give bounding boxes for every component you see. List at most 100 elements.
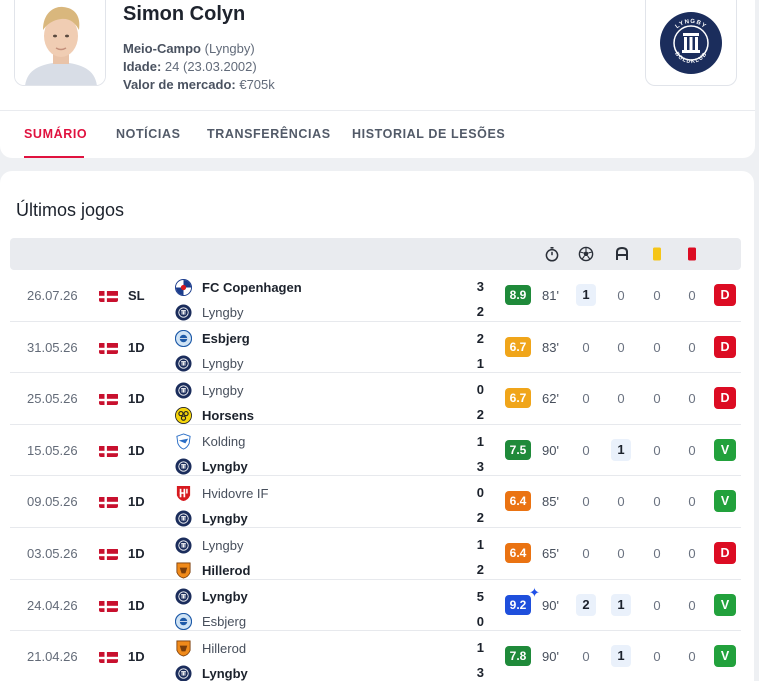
home-score: 5 [476, 588, 484, 604]
denmark-flag-icon [99, 290, 118, 302]
away-score: 3 [476, 665, 484, 681]
red-cards-stat: 0 [688, 649, 696, 665]
away-team[interactable]: Lyngby [175, 354, 243, 374]
home-team[interactable]: Kolding [175, 432, 245, 452]
denmark-flag-icon [99, 496, 118, 509]
minutes-played: 90' [542, 442, 559, 458]
away-team[interactable]: Lyngby [175, 663, 248, 681]
tab-injury-history[interactable]: HISTORIAL DE LESÕES [352, 127, 505, 141]
yellow-cards-stat: 0 [653, 649, 661, 665]
match-date: 03.05.26 [27, 546, 78, 561]
home-team-name: FC Copenhagen [202, 279, 302, 295]
match-row[interactable]: 15.05.26 1D Kolding 1 Lyngby 3 7.5 90' 0 1 0 0 V [10, 425, 741, 477]
away-score: 2 [476, 510, 484, 526]
match-row[interactable]: 25.05.26 1D Lyngby 0 Horsens 2 6.7 62' 0 0 0 0 D [10, 373, 741, 425]
match-result-badge: D [714, 284, 736, 306]
home-team[interactable]: Hillerod [175, 638, 246, 658]
minutes-played: 90' [542, 649, 559, 665]
player-rating[interactable]: 6.7 [505, 388, 531, 409]
copenhagen-logo-icon [175, 278, 192, 296]
player-rating[interactable]: 6.7 [505, 336, 531, 357]
hvidovre-logo-icon [175, 485, 192, 502]
red-cards-stat: 0 [688, 442, 696, 458]
club-logo[interactable]: LYNGBY BOLDKLUB [645, 0, 737, 86]
stopwatch-icon [545, 247, 559, 262]
goals-stat: 2 [576, 593, 596, 616]
away-score: 2 [476, 304, 484, 319]
player-name: Simon Colyn [123, 3, 246, 25]
away-team[interactable]: Lyngby [175, 457, 248, 477]
home-team[interactable]: Lyngby [175, 587, 248, 607]
yellow-cards-stat: 0 [653, 288, 661, 303]
home-score: 2 [476, 330, 484, 346]
away-score: 2 [476, 407, 484, 423]
away-score: 1 [476, 355, 484, 371]
away-team[interactable]: Lyngby [175, 302, 243, 322]
player-rating[interactable]: 6.4 [505, 543, 531, 563]
match-row[interactable]: 09.05.26 1D Hvidovre IF 0 Lyngby 2 6.4 85' 0 0 0 0 V [10, 476, 741, 528]
home-score: 1 [476, 537, 484, 552]
home-team[interactable]: FC Copenhagen [175, 277, 302, 297]
goals-stat: 0 [582, 649, 590, 665]
lyngby-logo-icon [175, 382, 192, 399]
match-date: 25.05.26 [27, 391, 78, 407]
match-row[interactable]: 31.05.26 1D Esbjerg 2 Lyngby 1 6.7 83' 0 0 0 0 D [10, 322, 741, 374]
away-team[interactable]: Esbjerg [174, 612, 246, 632]
home-team[interactable]: Lyngby [175, 380, 243, 400]
competition-label: 1D [128, 391, 145, 407]
minutes-played: 62' [542, 391, 559, 407]
tab-news[interactable]: NOTÍCIAS [116, 127, 181, 141]
assists-stat: 1 [611, 645, 631, 668]
competition-label: 1D [128, 597, 145, 613]
away-team-name: Hillerod [202, 562, 251, 578]
tab-transfers[interactable]: TRANSFERÊNCIAS [207, 127, 331, 141]
header-divider [0, 110, 755, 111]
match-row[interactable]: 21.04.26 1D Hillerod 1 Lyngby 3 7.8 90' 0 1 0 0 V [10, 631, 741, 681]
tab-summary[interactable]: SUMÁRIO [24, 127, 87, 141]
market-value-value: €705k [239, 77, 275, 92]
position-label: Meio-Campo [123, 41, 201, 56]
red-cards-stat: 0 [688, 494, 696, 510]
yellow-cards-stat: 0 [653, 546, 661, 561]
home-team-name: Hillerod [202, 640, 247, 656]
goals-stat: 0 [582, 339, 590, 355]
away-team[interactable]: Hillerod [175, 560, 250, 580]
esbjerg-logo-icon [174, 612, 193, 631]
home-team[interactable]: Lyngby [175, 535, 243, 555]
match-date: 09.05.26 [27, 494, 78, 510]
player-rating[interactable]: 7.8 [505, 646, 531, 667]
active-tab-indicator [24, 156, 84, 158]
home-score: 0 [476, 382, 484, 398]
yellow-cards-stat: 0 [653, 597, 661, 613]
home-team[interactable]: Esbjerg [174, 329, 250, 349]
away-team-name: Lyngby [202, 356, 244, 372]
assists-stat: 0 [617, 494, 625, 510]
denmark-flag-icon [99, 548, 118, 560]
match-result-badge: V [714, 438, 736, 461]
home-score: 1 [476, 433, 484, 449]
red-card-icon [688, 247, 696, 261]
player-rating[interactable]: 9.2 [505, 594, 531, 615]
lyngby-crest-icon: LYNGBY BOLDKLUB [660, 11, 722, 74]
player-rating[interactable]: 7.5 [505, 439, 531, 460]
match-date: 26.07.26 [27, 288, 78, 303]
match-row[interactable]: 24.04.26 1D Lyngby 5 Esbjerg 0 9.2 ✦ 90' 2 1 0 0 V [10, 580, 741, 632]
away-score: 3 [476, 458, 484, 474]
player-rating[interactable]: 6.4 [505, 491, 531, 512]
player-photo [14, 0, 106, 86]
away-team-name: Lyngby [202, 304, 244, 320]
minutes-played: 90' [542, 597, 559, 613]
match-result-badge: D [714, 387, 736, 410]
home-team[interactable]: Hvidovre IF [175, 483, 268, 503]
match-row[interactable]: 03.05.26 1D Lyngby 1 Hillerod 2 6.4 65' 0 0 0 0 D [10, 528, 741, 580]
goals-stat: 0 [582, 442, 590, 458]
away-team-name: Horsens [202, 407, 255, 423]
football-icon [578, 246, 594, 262]
away-team[interactable]: Lyngby [175, 508, 248, 528]
away-team[interactable]: Horsens [175, 405, 254, 425]
assists-stat: 0 [617, 339, 625, 355]
player-rating[interactable]: 8.9 [505, 285, 531, 305]
minutes-played: 81' [542, 288, 559, 303]
match-row[interactable]: 26.07.26 SL FC Copenhagen 3 Lyngby 2 8.9 81' 1 0 0… [10, 270, 741, 322]
match-date: 15.05.26 [27, 442, 78, 458]
